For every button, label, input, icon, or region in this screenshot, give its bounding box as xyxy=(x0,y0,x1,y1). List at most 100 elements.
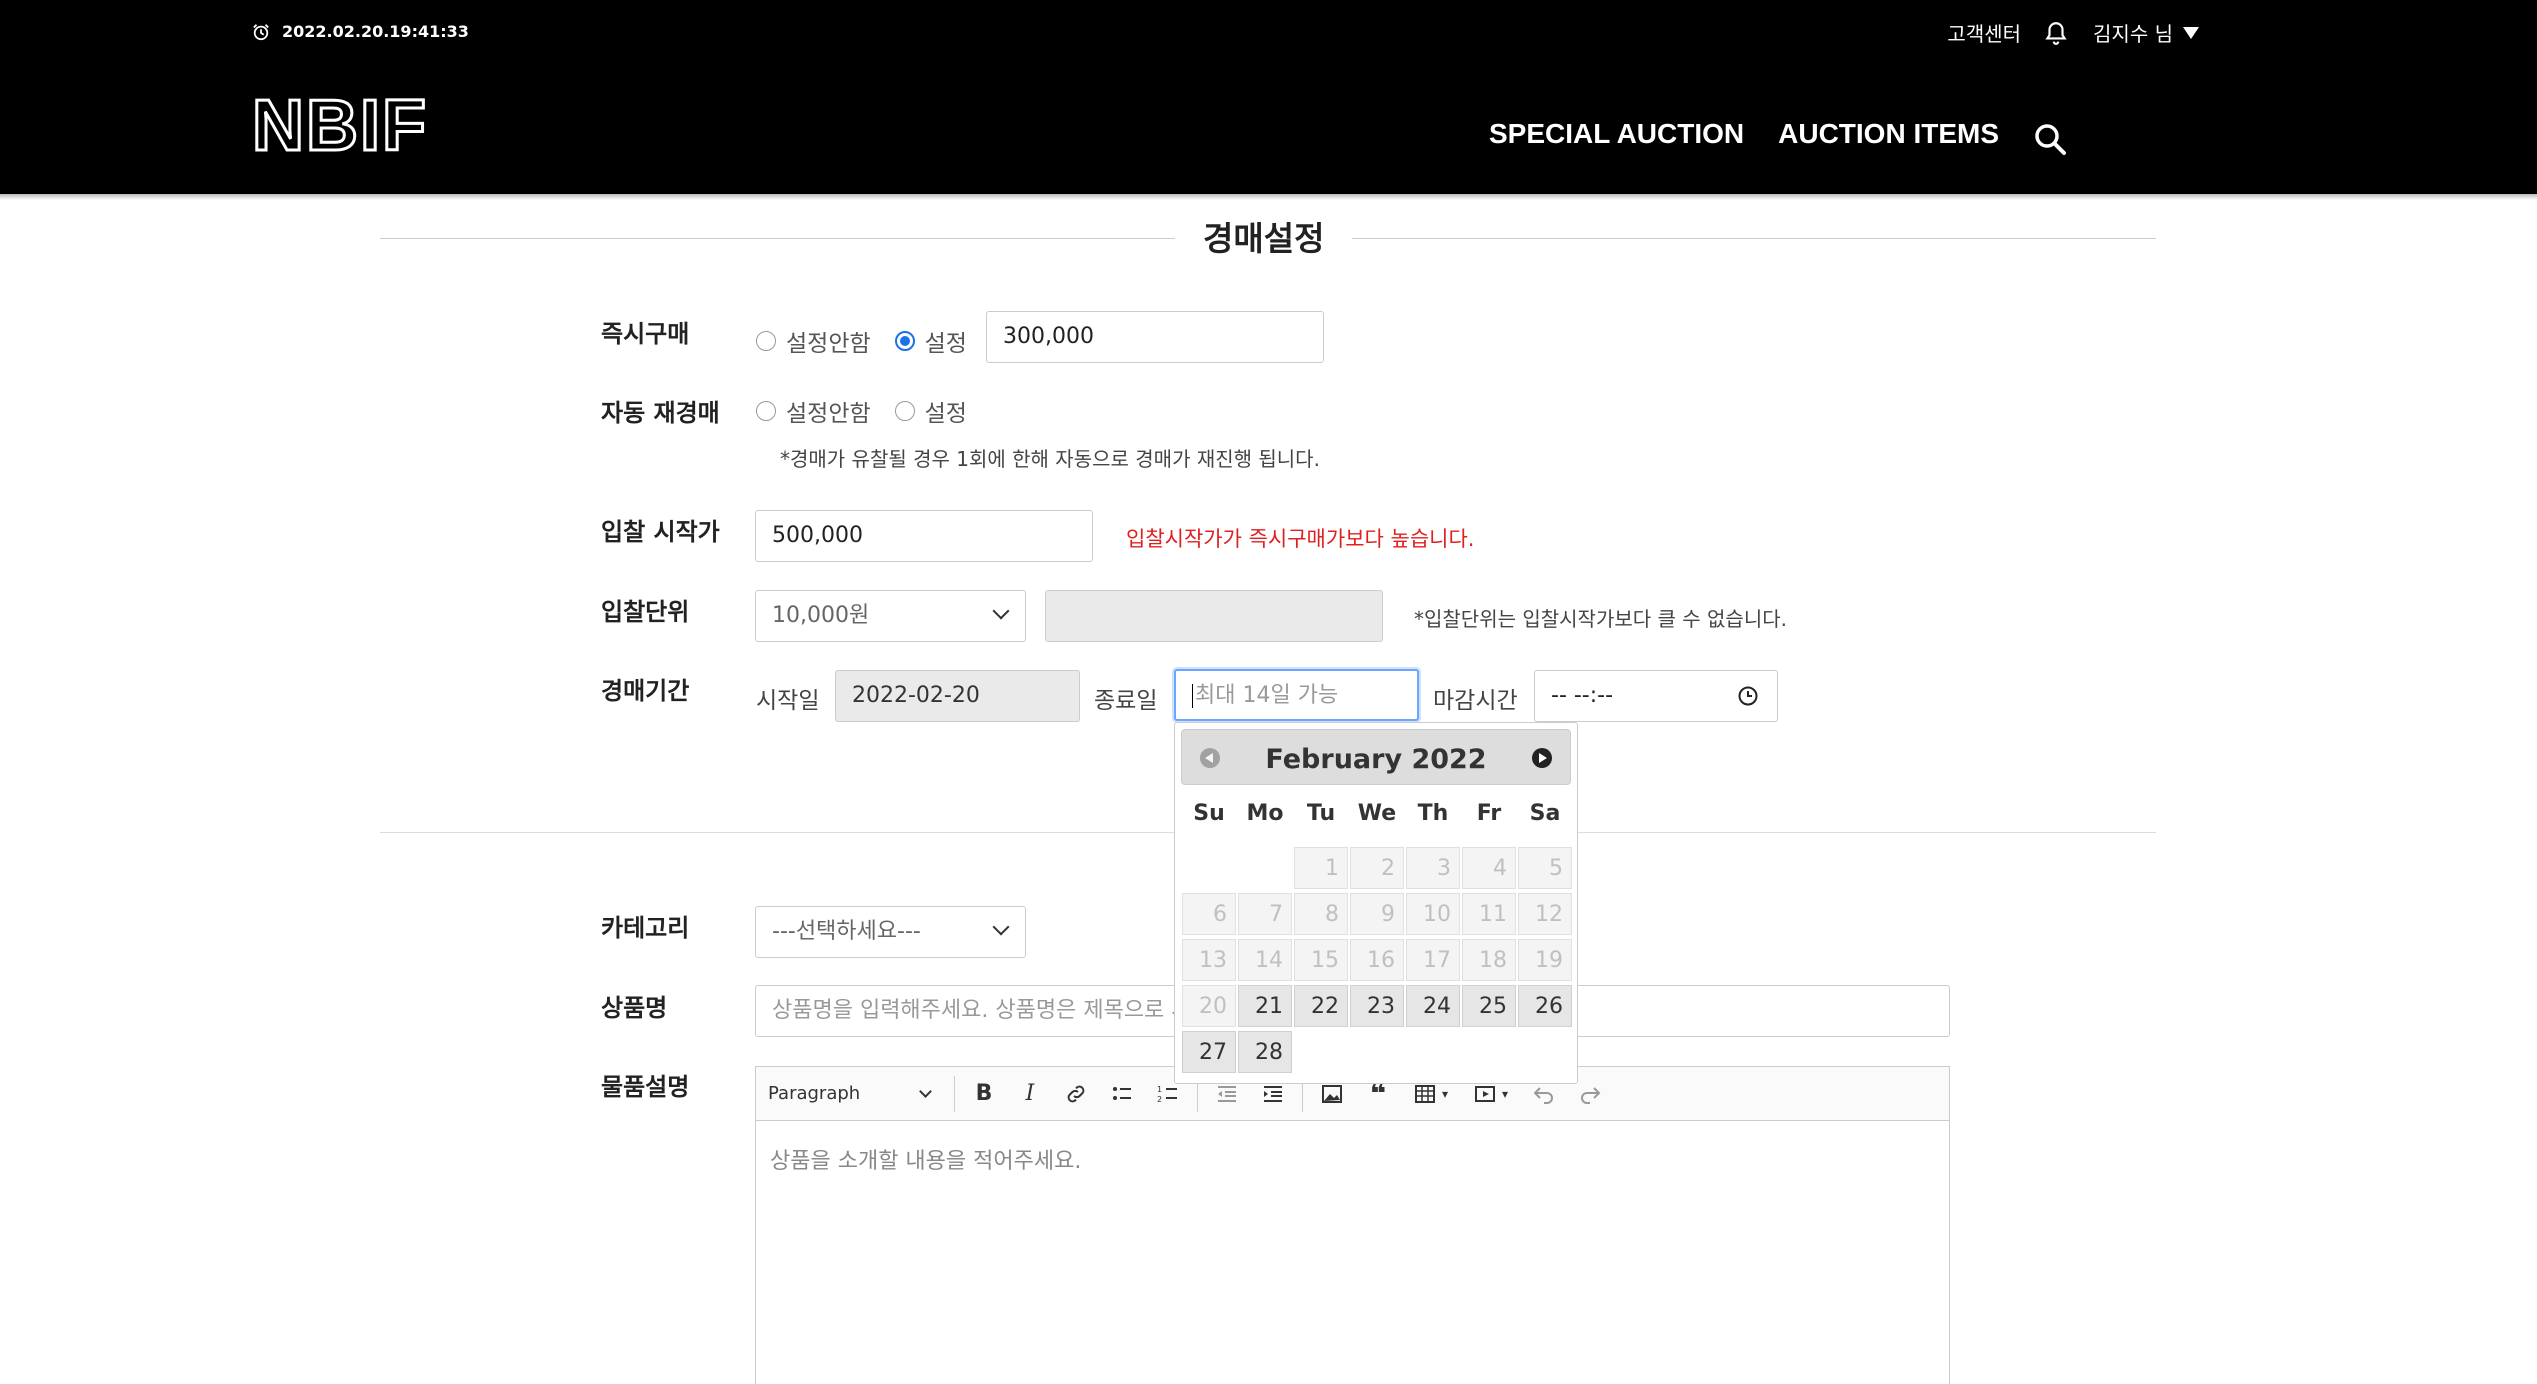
rich-text-editor[interactable]: Paragraph B I 12 ❝ ▾ ▾ 상품을 소개할 내용을 적어주세요… xyxy=(755,1066,1950,1384)
bid-unit-label: 입찰단위 xyxy=(601,598,690,626)
datepicker-weekday-row: Su Mo Tu We Th Fr Sa xyxy=(1181,801,1573,826)
auto-relist-option-off[interactable]: 설정안함 xyxy=(756,394,871,428)
day-cell-selectable[interactable]: 24 xyxy=(1406,985,1460,1027)
user-name: 김지수 님 xyxy=(2093,22,2173,46)
day-cell-disabled: 14 xyxy=(1238,939,1292,981)
buy-now-option-off[interactable]: 설정안함 xyxy=(756,324,871,358)
auction-period-label: 경매기간 xyxy=(601,677,690,705)
empty-day-cell xyxy=(1182,847,1236,889)
paragraph-format-dropdown[interactable]: Paragraph xyxy=(768,1083,948,1104)
day-cell-selectable[interactable]: 26 xyxy=(1518,985,1572,1027)
customer-center-link[interactable]: 고객센터 xyxy=(1947,18,2021,47)
svg-text:2: 2 xyxy=(1157,1095,1162,1104)
day-cell-disabled: 11 xyxy=(1462,893,1516,935)
day-cell-disabled: 4 xyxy=(1462,847,1516,889)
bulleted-list-icon[interactable] xyxy=(1099,1074,1145,1114)
day-cell-disabled: 18 xyxy=(1462,939,1516,981)
caret-down-icon xyxy=(2183,26,2199,39)
auto-relist-note: *경매가 유찰될 경우 1회에 한해 자동으로 경매가 재진행 됩니다. xyxy=(780,447,1320,471)
section-title: 경매설정 xyxy=(1175,212,1353,260)
day-cell-selectable[interactable]: 25 xyxy=(1462,985,1516,1027)
bid-unit-select[interactable]: 10,000원 xyxy=(755,590,1026,642)
description-label: 물품설명 xyxy=(601,1073,690,1101)
site-logo[interactable]: NBIF xyxy=(251,89,428,164)
weekday-header: Su xyxy=(1193,801,1225,826)
day-cell-disabled: 6 xyxy=(1182,893,1236,935)
paragraph-format-label: Paragraph xyxy=(768,1083,861,1104)
datepicker-popup: February 2022 Su Mo Tu We Th Fr Sa 1 2 3 4 5 6 7 8 9 10… xyxy=(1174,722,1578,1084)
day-cell-disabled: 1 xyxy=(1294,847,1348,889)
chevron-down-icon xyxy=(992,918,1010,936)
category-selected: ---선택하세요--- xyxy=(772,919,921,944)
bid-unit-custom-input[interactable] xyxy=(1045,590,1383,642)
chevron-down-icon xyxy=(992,602,1010,620)
end-date-placeholder: 최대 14일 가능 xyxy=(1195,683,1339,708)
day-cell-selectable[interactable]: 22 xyxy=(1294,985,1348,1027)
day-cell-disabled: 8 xyxy=(1294,893,1348,935)
start-price-input[interactable]: 500,000 xyxy=(755,510,1093,562)
start-date-label: 시작일 xyxy=(756,688,820,714)
end-date-label: 종료일 xyxy=(1094,688,1158,714)
text-cursor xyxy=(1192,684,1193,708)
day-cell-selectable[interactable]: 27 xyxy=(1182,1031,1236,1073)
day-cell-selectable[interactable]: 28 xyxy=(1238,1031,1292,1073)
svg-text:1: 1 xyxy=(1157,1085,1162,1094)
end-date-input[interactable]: 최대 14일 가능 xyxy=(1174,669,1419,721)
day-cell-disabled: 9 xyxy=(1350,893,1404,935)
link-icon[interactable] xyxy=(1053,1074,1099,1114)
day-cell-disabled: 13 xyxy=(1182,939,1236,981)
chevron-down-icon xyxy=(919,1085,932,1098)
day-cell-disabled: 15 xyxy=(1294,939,1348,981)
clock-icon[interactable] xyxy=(1737,685,1759,707)
nav-special-auction[interactable]: SPECIAL AUCTION xyxy=(1489,118,1744,150)
weekday-header: Tu xyxy=(1306,801,1336,826)
main-nav: SPECIAL AUCTION AUCTION ITEMS xyxy=(1489,118,1999,150)
header-shadow xyxy=(0,194,2537,200)
bold-icon[interactable]: B xyxy=(961,1074,1007,1114)
weekday-header: We xyxy=(1357,801,1397,826)
day-cell-disabled: 3 xyxy=(1406,847,1460,889)
buy-now-radio-group: 설정안함 설정 xyxy=(756,324,991,358)
bid-unit-selected: 10,000원 xyxy=(772,603,870,628)
radio-label: 설정 xyxy=(924,331,967,357)
start-price-label: 입찰 시작가 xyxy=(601,518,720,546)
datepicker-title: February 2022 xyxy=(1265,744,1487,775)
bell-icon[interactable] xyxy=(2043,20,2069,46)
weekday-header: Sa xyxy=(1529,801,1561,826)
deadline-label: 마감시간 xyxy=(1433,688,1518,714)
weekday-header: Fr xyxy=(1476,801,1502,826)
buy-now-label: 즉시구매 xyxy=(601,320,690,348)
top-utility-bar: 고객센터 김지수 님 xyxy=(1947,18,2199,47)
product-name-label: 상품명 xyxy=(601,994,668,1022)
category-select[interactable]: ---선택하세요--- xyxy=(755,906,1026,958)
datepicker-header: February 2022 xyxy=(1181,729,1571,785)
next-month-icon[interactable] xyxy=(1532,748,1552,768)
radio-button[interactable] xyxy=(894,401,915,421)
user-menu[interactable]: 김지수 님 xyxy=(2093,18,2199,47)
category-label: 카테고리 xyxy=(601,914,690,942)
deadline-time-value: -- --:-- xyxy=(1551,683,1614,708)
auto-relist-option-on[interactable]: 설정 xyxy=(894,394,967,428)
day-cell-selectable[interactable]: 23 xyxy=(1350,985,1404,1027)
weekday-header: Th xyxy=(1417,801,1449,826)
start-price-error: 입찰시작가가 즉시구매가보다 높습니다. xyxy=(1126,527,1475,551)
deadline-time-input[interactable]: -- --:-- xyxy=(1534,670,1778,722)
search-icon[interactable] xyxy=(2033,122,2067,156)
day-cell-selectable[interactable]: 21 xyxy=(1238,985,1292,1027)
radio-button[interactable] xyxy=(756,331,776,351)
empty-day-cell xyxy=(1238,847,1292,889)
day-cell-disabled: 5 xyxy=(1518,847,1572,889)
auto-relist-label: 자동 재경매 xyxy=(601,399,720,427)
buy-now-option-on[interactable]: 설정 xyxy=(894,324,967,358)
editor-content-area[interactable]: 상품을 소개할 내용을 적어주세요. xyxy=(756,1121,1949,1197)
alarm-clock-icon xyxy=(253,23,269,40)
editor-placeholder: 상품을 소개할 내용을 적어주세요. xyxy=(770,1149,1082,1174)
nav-auction-items[interactable]: AUCTION ITEMS xyxy=(1778,118,1999,150)
start-date-input[interactable]: 2022-02-20 xyxy=(835,670,1080,722)
radio-button[interactable] xyxy=(756,401,776,421)
day-cell-disabled: 17 xyxy=(1406,939,1460,981)
italic-icon[interactable]: I xyxy=(1007,1074,1053,1114)
day-cell-disabled: 20 xyxy=(1182,985,1236,1027)
radio-button-checked[interactable] xyxy=(894,331,915,351)
buy-now-price-input[interactable]: 300,000 xyxy=(986,311,1324,363)
